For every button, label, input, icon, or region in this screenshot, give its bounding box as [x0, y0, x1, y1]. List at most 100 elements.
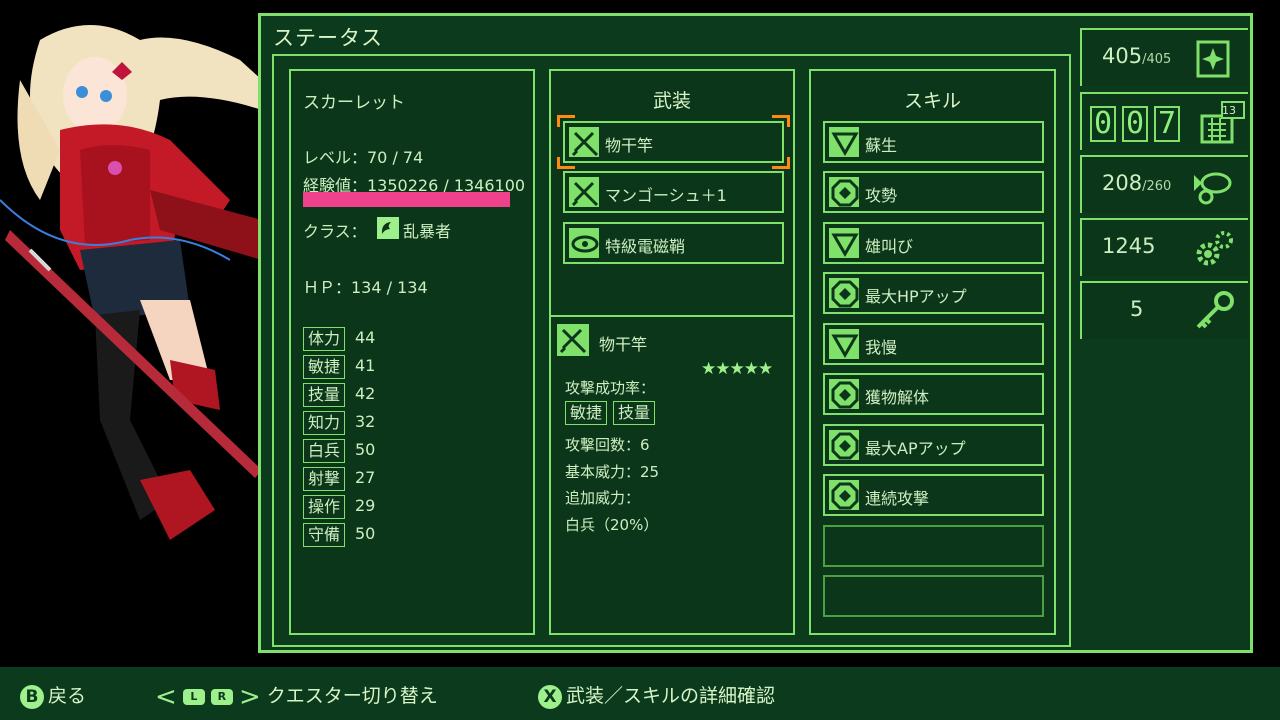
skill-label: 連続攻撃	[865, 489, 930, 508]
octagon-icon	[828, 277, 860, 309]
food-value: 208	[1102, 171, 1143, 195]
hit-tag: 技量	[613, 401, 655, 425]
ap-max: /405	[1142, 52, 1172, 67]
skill-label: 蘇生	[865, 136, 898, 155]
stat-label: 体力	[303, 327, 345, 351]
switch-quester-hint[interactable]: < L R > クエスター切り替え	[155, 681, 438, 712]
octagon-icon	[828, 479, 860, 511]
skill-label: 攻勢	[865, 186, 898, 205]
detail-label: 武装／スキルの詳細確認	[566, 685, 776, 707]
r-button-icon: R	[210, 688, 233, 705]
octagon-icon	[828, 429, 860, 461]
hp-text: ＨＰ：134 / 134	[303, 278, 428, 297]
hit-rate-label: 攻撃成功率：	[565, 379, 656, 397]
day-digit: 0	[1122, 106, 1148, 142]
stat-value: 32	[355, 412, 376, 431]
extra-power-label: 追加威力：	[565, 489, 641, 507]
skill-label: 最大APアップ	[865, 439, 966, 458]
weapon-label: マンゴーシュ＋1	[605, 186, 727, 205]
stat-value: 50	[355, 440, 376, 459]
selection-corner	[772, 115, 790, 127]
stat-value: 41	[355, 356, 376, 375]
status-column: スカーレット レベル：70 / 74 経験値：1350226 / 1346100…	[289, 69, 535, 635]
stat-value: 42	[355, 384, 376, 403]
selection-corner	[557, 157, 575, 169]
skill-slot-empty[interactable]	[823, 575, 1044, 617]
gears-icon	[1192, 226, 1236, 270]
stat-label: 敏捷	[303, 355, 345, 379]
weapon-slot-2[interactable]: マンゴーシュ＋1	[563, 171, 784, 213]
calendar-badge: 13	[1222, 104, 1236, 117]
skill-label: 我慢	[865, 338, 898, 357]
skill-slot[interactable]: 蘇生	[823, 121, 1044, 163]
detail-hint[interactable]: X 武装／スキルの詳細確認	[538, 681, 776, 709]
stat-label: 守備	[303, 523, 345, 547]
ap-value: 405	[1102, 44, 1143, 68]
switch-label: クエスター切り替え	[266, 685, 438, 707]
eye-icon	[568, 227, 600, 259]
day-digit: 0	[1090, 106, 1116, 142]
base-power: 基本威力：25	[565, 463, 660, 481]
b-button-icon: B	[20, 684, 44, 709]
stat-value: 27	[355, 468, 376, 487]
class-value: 乱暴者	[403, 222, 452, 241]
weapon-label: 物干竿	[605, 136, 654, 155]
parts-value: 1245	[1102, 234, 1156, 258]
stat-label: 知力	[303, 411, 345, 435]
stat-label: 射撃	[303, 467, 345, 491]
day-digit: 7	[1154, 106, 1180, 142]
level-text: レベル：70 / 74	[303, 148, 424, 167]
stat-value: 44	[355, 328, 376, 347]
selection-corner	[557, 115, 575, 127]
attack-count: 攻撃回数：6	[565, 436, 650, 454]
skill-slot[interactable]: 最大APアップ	[823, 424, 1044, 466]
stat-value: 29	[355, 496, 376, 515]
food-max: /260	[1142, 179, 1172, 194]
detail-weapon-name: 物干竿	[599, 335, 648, 354]
skills-column: スキル 蘇生 攻勢 雄叫び 最大HPアップ 我慢 獲物解体 最大APアップ 連続…	[809, 69, 1056, 635]
sword-icon	[568, 176, 600, 208]
skill-slot[interactable]: 我慢	[823, 323, 1044, 365]
ap-value-wrap: 405/405	[1102, 44, 1171, 68]
extra-power-value: 白兵（20%）	[565, 516, 659, 534]
skill-slot[interactable]: 攻勢	[823, 171, 1044, 213]
x-button-icon: X	[538, 684, 562, 709]
panel-title: ステータス	[273, 26, 383, 50]
skill-slot[interactable]: 雄叫び	[823, 222, 1044, 264]
back-hint[interactable]: B 戻る	[20, 681, 86, 709]
food-value-wrap: 208/260	[1102, 171, 1171, 195]
skills-header: スキル	[903, 90, 961, 112]
triangle-icon	[828, 227, 860, 259]
triangle-icon	[828, 328, 860, 360]
octagon-icon	[828, 378, 860, 410]
weapons-header: 武装	[652, 90, 691, 112]
stat-label: 白兵	[303, 439, 345, 463]
sword-icon	[568, 126, 600, 158]
skill-slot-empty[interactable]	[823, 525, 1044, 567]
weapon-slot-3[interactable]: 特級電磁鞘	[563, 222, 784, 264]
keys-counter: 5	[1080, 281, 1248, 339]
skill-slot[interactable]: 最大HPアップ	[823, 272, 1044, 314]
skill-label: 最大HPアップ	[865, 287, 967, 306]
skill-label: 獲物解体	[865, 388, 930, 407]
hit-tag: 敏捷	[565, 401, 607, 425]
stat-label: 技量	[303, 383, 345, 407]
skill-label: 雄叫び	[865, 237, 914, 256]
divider	[551, 315, 793, 317]
ap-counter: 405/405	[1080, 28, 1248, 86]
skill-slot[interactable]: 獲物解体	[823, 373, 1044, 415]
exp-bar	[303, 192, 510, 207]
octagon-icon	[828, 176, 860, 208]
stat-label: 操作	[303, 495, 345, 519]
class-label: クラス：	[303, 222, 367, 241]
sparkle-card-icon	[1192, 36, 1236, 80]
skill-slot[interactable]: 連続攻撃	[823, 474, 1044, 516]
stat-value: 50	[355, 524, 376, 543]
keys-value: 5	[1130, 297, 1144, 321]
selection-corner	[772, 157, 790, 169]
rarity-stars: ★★★★★	[701, 359, 773, 379]
chevron-right-icon: >	[238, 681, 261, 712]
weapon-slot-1[interactable]: 物干竿	[563, 121, 784, 163]
sword-icon	[557, 324, 589, 356]
chevron-left-icon: <	[155, 681, 177, 712]
